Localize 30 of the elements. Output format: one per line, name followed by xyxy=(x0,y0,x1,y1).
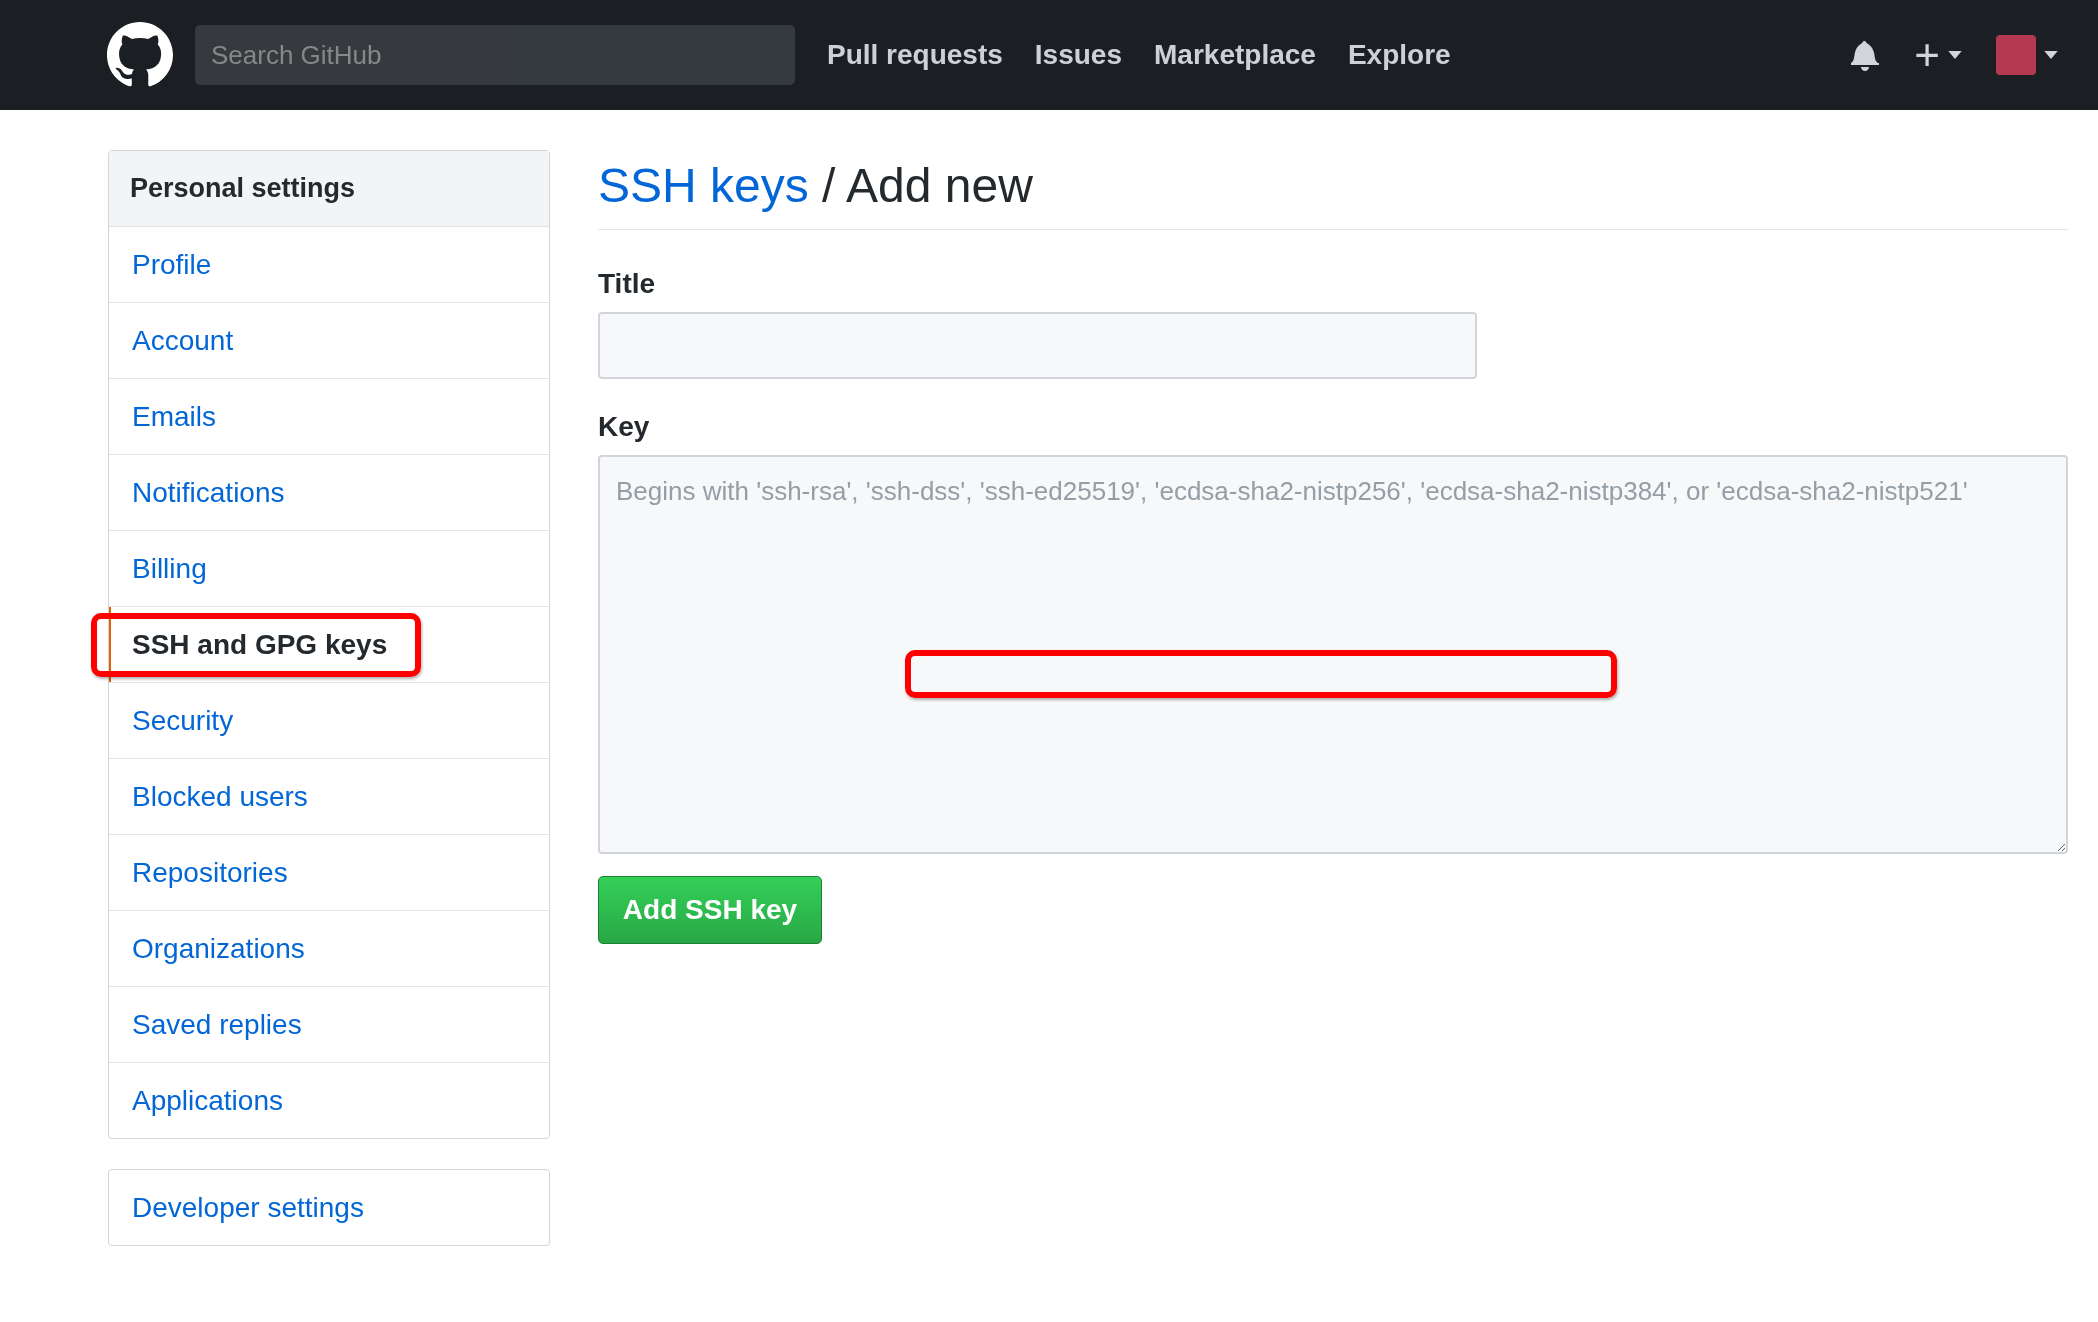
menu-item[interactable]: Billing xyxy=(109,531,549,606)
menu-item[interactable]: Security xyxy=(109,683,549,758)
new-menu-button[interactable]: + xyxy=(1914,33,1962,77)
menu-item[interactable]: Saved replies xyxy=(109,987,549,1062)
title-input-field[interactable] xyxy=(598,312,1477,379)
menu-item[interactable]: SSH and GPG keys xyxy=(109,607,549,682)
nav-link[interactable]: Issues xyxy=(1034,39,1122,71)
page-title-text: / Add new xyxy=(822,159,1033,212)
key-textarea[interactable]: Begins with 'ssh-rsa', 'ssh-dss', 'ssh-ed25519', 'ecdsa-sha2-nistp256', 'ecdsa-sha2-nistp384', or 'ecdsa-sha2-nistp521' xyxy=(598,455,2068,854)
menu-item[interactable]: Emails xyxy=(109,379,549,454)
nav-link[interactable]: Pull requests xyxy=(827,39,1003,71)
field-label: Key xyxy=(598,411,651,443)
menu-item[interactable]: Developer settings xyxy=(109,1170,549,1245)
menu-item[interactable]: Notifications xyxy=(109,455,549,530)
menu-item[interactable]: Profile xyxy=(109,227,549,302)
menu-item[interactable]: Account xyxy=(109,303,549,378)
caret-icon xyxy=(2044,51,2058,59)
menu-item[interactable]: Organizations xyxy=(109,911,549,986)
bell-icon[interactable] xyxy=(1850,39,1881,71)
caret-icon xyxy=(1948,51,1962,59)
menu-item[interactable]: Repositories xyxy=(109,835,549,910)
nav-link[interactable]: Explore xyxy=(1347,39,1451,71)
octocat-logo-icon[interactable] xyxy=(107,22,173,88)
field-label: Title xyxy=(598,268,657,300)
menu-item[interactable]: Blocked users xyxy=(109,759,549,834)
menu-item[interactable]: Applications xyxy=(109,1063,549,1138)
breadcrumb-link[interactable]: SSH keys xyxy=(598,159,809,212)
search-field[interactable]: Search GitHub xyxy=(195,25,795,85)
menu-heading: Personal settings xyxy=(109,151,549,227)
nav-link[interactable]: Marketplace xyxy=(1154,39,1316,71)
